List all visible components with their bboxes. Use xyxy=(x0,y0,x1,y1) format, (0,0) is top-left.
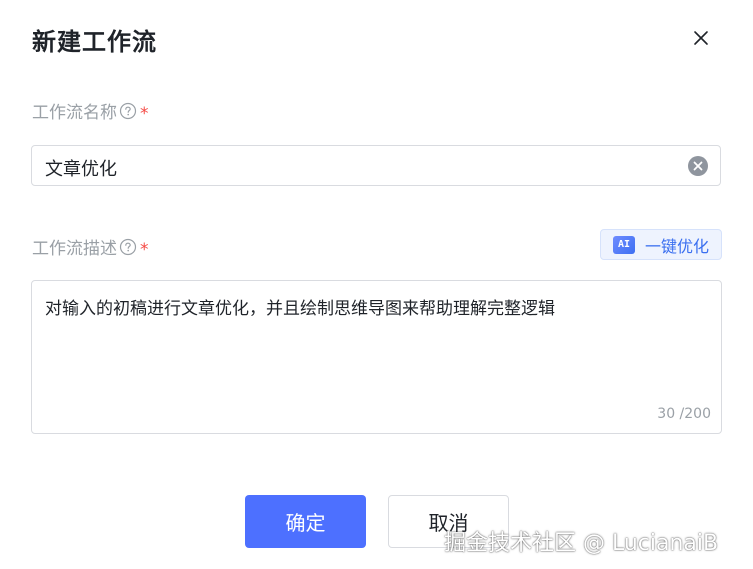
new-workflow-dialog: 新建工作流 工作流名称 * 文章优化 工作流描述 * AI 一键优化 对输入的初… xyxy=(0,0,753,569)
close-icon xyxy=(694,31,708,45)
clear-circle-icon[interactable] xyxy=(688,156,708,176)
workflow-name-value[interactable]: 文章优化 xyxy=(45,155,117,181)
name-label: 工作流名称 xyxy=(32,103,117,123)
description-label-row: 工作流描述 * xyxy=(32,234,149,260)
ai-optimize-label: 一键优化 xyxy=(645,236,710,256)
description-label: 工作流描述 xyxy=(32,239,117,259)
char-counter: 30 /200 xyxy=(657,406,711,422)
required-mark: * xyxy=(140,103,149,124)
name-label-row: 工作流名称 * xyxy=(32,98,149,124)
confirm-button[interactable]: 确定 xyxy=(245,495,366,548)
question-circle-icon[interactable] xyxy=(119,102,137,120)
watermark: 掘金技术社区 @ LucianaiB xyxy=(444,531,719,556)
ai-icon: AI xyxy=(613,235,635,254)
ai-optimize-button[interactable]: AI 一键优化 xyxy=(600,229,722,260)
workflow-description-value[interactable]: 对输入的初稿进行文章优化，并且绘制思维导图来帮助理解完整逻辑 xyxy=(45,294,555,319)
close-button[interactable] xyxy=(688,25,714,51)
workflow-description-textarea[interactable]: 对输入的初稿进行文章优化，并且绘制思维导图来帮助理解完整逻辑 30 /200 xyxy=(31,280,722,434)
dialog-title: 新建工作流 xyxy=(32,28,157,56)
workflow-name-input[interactable]: 文章优化 xyxy=(31,145,721,186)
question-circle-icon[interactable] xyxy=(119,238,137,256)
required-mark: * xyxy=(140,239,149,260)
